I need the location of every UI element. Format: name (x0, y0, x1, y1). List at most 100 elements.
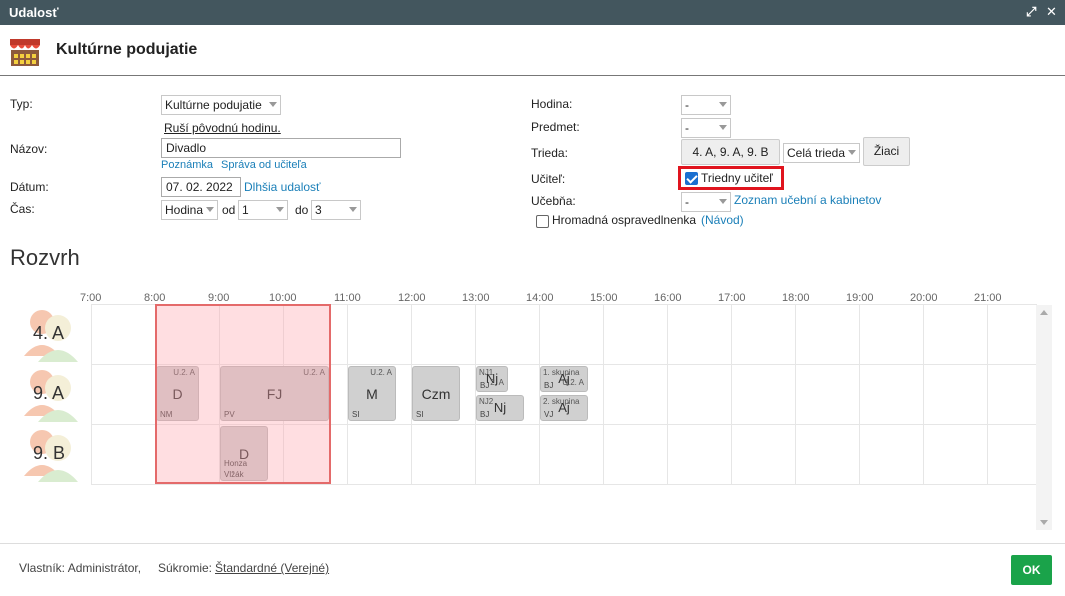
chevron-down-icon (349, 207, 357, 212)
privacy-link[interactable]: Štandardné (Verejné) (215, 561, 329, 575)
hour-label: 16:00 (654, 292, 682, 304)
typ-select[interactable]: Kultúrne podujatie (161, 95, 281, 115)
hour-label: 15:00 (590, 292, 618, 304)
dialog-title: Kultúrne podujatie (56, 41, 198, 58)
trieda-value[interactable]: 4. A, 9. A, 9. B (681, 139, 780, 165)
close-icon[interactable]: ✕ (1046, 4, 1057, 20)
do-select[interactable]: 3 (311, 200, 361, 220)
lesson-card[interactable]: NJ1 Nj BJ 2. A (476, 366, 508, 392)
od-select[interactable]: 1 (238, 200, 288, 220)
hour-label: 21:00 (974, 292, 1002, 304)
lesson-teacher: BJ (544, 381, 554, 390)
dialog-header: Kultúrne podujatie (0, 25, 1065, 76)
grid-line (91, 484, 1037, 485)
hodina-select[interactable]: - (681, 95, 731, 115)
ucitel-label: Učiteľ: (531, 172, 566, 186)
lesson-subject: Czm (421, 386, 451, 402)
do-value: 3 (315, 203, 322, 217)
hromadna-ospravedlnenka-checkbox[interactable] (536, 215, 549, 228)
lesson-card[interactable]: Czm SI (412, 366, 460, 421)
predmet-select[interactable]: - (681, 118, 731, 138)
privacy-label: Súkromie: (158, 561, 213, 575)
ucebna-select[interactable]: - (681, 192, 731, 212)
predmet-label: Predmet: (531, 120, 580, 134)
zoznam-ucebni-link[interactable]: Zoznam učební a kabinetov (734, 193, 881, 207)
hour-label: 19:00 (846, 292, 874, 304)
ucebna-value: - (685, 195, 689, 209)
do-label: do (295, 203, 309, 217)
datum-input[interactable]: 07. 02. 2022 (161, 177, 241, 197)
chevron-down-icon (719, 125, 727, 130)
od-value: 1 (242, 203, 249, 217)
hodina-value: - (685, 98, 689, 112)
ziaci-button[interactable]: Žiaci (863, 137, 910, 166)
poznamka-link[interactable]: Poznámka (161, 159, 213, 171)
lesson-room: U.2. A (370, 368, 392, 377)
hour-label: 9:00 (208, 292, 230, 304)
navod-link[interactable]: (Návod) (701, 213, 744, 227)
grid-line (731, 305, 732, 485)
chevron-down-icon (276, 207, 284, 212)
scroll-down-icon[interactable] (1040, 520, 1048, 525)
window-title: Udalosť (9, 5, 59, 20)
ucebna-label: Učebňa: (531, 194, 576, 208)
nazov-input[interactable]: Divadlo (161, 138, 401, 158)
window-titlebar: Udalosť ⤢ ✕ (0, 0, 1065, 25)
cela-trieda-select[interactable]: Celá trieda (783, 143, 860, 163)
owner-text: Vlastník: Administrátor, (19, 561, 142, 575)
cas-mode-select[interactable]: Hodina (161, 200, 218, 220)
hour-label: 14:00 (526, 292, 554, 304)
row-label-4a: 4. A (33, 323, 65, 343)
hour-label: 18:00 (782, 292, 810, 304)
typ-value: Kultúrne podujatie (165, 98, 262, 112)
ok-button[interactable]: OK (1011, 555, 1052, 585)
lesson-teacher: BJ (480, 381, 490, 390)
expand-icon[interactable]: ⤢ (1026, 4, 1036, 20)
triedny-ucitel-checkbox[interactable] (685, 172, 698, 185)
rusi-povodnu-hodinu-link[interactable]: Ruší pôvodnú hodinu. (164, 121, 281, 135)
dlhsia-udalost-link[interactable]: Dlhšia udalosť (244, 180, 321, 194)
grid-line (91, 305, 92, 485)
od-label: od (222, 203, 236, 217)
timetable-scrollbar[interactable] (1036, 305, 1052, 530)
chevron-down-icon (719, 102, 727, 107)
lesson-card[interactable]: 2. skupina Aj VJ (540, 395, 588, 421)
lesson-teacher: SI (352, 410, 360, 419)
dialog-footer: Vlastník: Administrátor, Súkromie: Štand… (0, 543, 1065, 596)
lesson-teacher: BJ (480, 410, 490, 419)
cas-label: Čas: (10, 202, 35, 216)
hour-label: 20:00 (910, 292, 938, 304)
hromadna-ospravedlnenka-label: Hromadná ospravedlnenka (552, 213, 697, 227)
scroll-up-icon[interactable] (1040, 310, 1048, 315)
row-label-9a: 9. A (33, 383, 65, 403)
chevron-down-icon (719, 199, 727, 204)
lesson-teacher: SI (416, 410, 424, 419)
nazov-label: Názov: (10, 142, 48, 156)
hour-label: 17:00 (718, 292, 746, 304)
hour-label: 11:00 (334, 292, 361, 304)
datum-label: Dátum: (10, 180, 49, 194)
lesson-card[interactable]: 1. skupina Aj BJ U.2. A (540, 366, 588, 392)
lesson-card[interactable]: U.2. A M SI (348, 366, 396, 421)
hodina-label: Hodina: (531, 97, 573, 111)
lesson-subject: M (366, 386, 378, 402)
lesson-card[interactable]: NJ2 Nj BJ (476, 395, 524, 421)
theater-icon (10, 39, 40, 66)
grid-line (859, 305, 860, 485)
grid-line (667, 305, 668, 485)
event-selection-area[interactable] (155, 304, 331, 484)
sprava-od-ucitela-link[interactable]: Správa od učiteľa (221, 159, 307, 171)
timetable: 7:00 8:00 9:00 10:00 11:00 12:00 13:00 1… (0, 285, 1065, 535)
lesson-group: U.2. A (562, 378, 584, 387)
chevron-down-icon (269, 102, 277, 107)
lesson-group: 2. A (490, 378, 504, 387)
lesson-teacher: VJ (544, 410, 554, 419)
hour-label: 13:00 (462, 292, 490, 304)
hour-label: 8:00 (144, 292, 166, 304)
predmet-value: - (685, 121, 689, 135)
hour-label: 12:00 (398, 292, 426, 304)
chevron-down-icon (848, 150, 856, 155)
typ-label: Typ: (10, 97, 33, 111)
trieda-label: Trieda: (531, 146, 568, 160)
hour-label: 10:00 (269, 292, 297, 304)
